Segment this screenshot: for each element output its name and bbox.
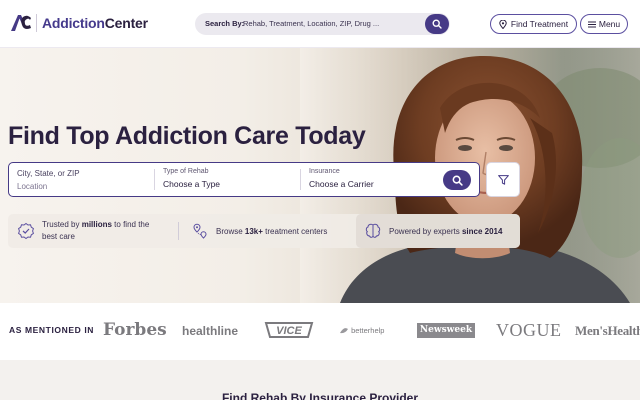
- logo-mark-icon: [11, 15, 31, 31]
- site-logo[interactable]: AddictionCenter: [10, 13, 148, 33]
- brain-icon: [365, 223, 381, 238]
- insurance-section-title: Find Rehab By Insurance Provider: [221, 391, 419, 400]
- hero-title: Find Top Addiction Care Today: [8, 122, 366, 150]
- hero-search-button[interactable]: [443, 170, 471, 190]
- betterhelp-logo: betterhelp: [339, 326, 384, 335]
- trust-item-experts: Powered by experts since 2014: [364, 214, 520, 248]
- vogue-logo: VOGUE: [496, 320, 562, 340]
- search-prefix-label: Search By:: [205, 19, 245, 28]
- rehab-search-form: City, State, or ZIP Location Type of Reh…: [8, 162, 480, 197]
- betterhelp-leaf-icon: [340, 328, 348, 334]
- logo-divider: [36, 14, 37, 32]
- trust-bar: Trusted by millions to find the best car…: [8, 214, 520, 248]
- trust-item-centers: Browse 13k+ treatment centers: [191, 214, 351, 248]
- healthline-logo: healthline: [182, 324, 239, 338]
- filter-icon: [497, 174, 509, 185]
- mens-health-logo: Men'sHealth: [575, 323, 640, 338]
- newsweek-logo: Newsweek: [417, 323, 475, 338]
- insurance-value[interactable]: Choose a Carrier: [309, 179, 374, 189]
- location-field-label: City, State, or ZIP: [17, 169, 80, 178]
- trust-text-millions: Trusted by millions to find the best car…: [42, 220, 150, 241]
- find-treatment-label: Find Treatment: [510, 19, 569, 29]
- insurance-label: Insurance: [309, 168, 340, 175]
- location-pin-icon: [499, 19, 507, 29]
- vice-logo: VICE: [264, 322, 314, 338]
- rehab-type-label: Type of Rehab: [163, 168, 209, 175]
- site-header: AddictionCenter Search By: Rehab, Treatm…: [0, 0, 640, 48]
- rehab-type-select[interactable]: Type of Rehab Choose a Type: [154, 168, 300, 190]
- insurance-providers-section: Find Rehab By Insurance Provider: [0, 360, 640, 400]
- trust-item-millions: Trusted by millions to find the best car…: [17, 214, 177, 248]
- press-mentions-bar: AS MENTIONED IN Forbes healthline VICE b…: [0, 303, 640, 360]
- press-label: AS MENTIONED IN: [9, 325, 95, 335]
- location-input[interactable]: Location: [17, 182, 47, 191]
- header-search-button[interactable]: [425, 14, 449, 34]
- hamburger-icon: [587, 21, 596, 27]
- search-input[interactable]: Rehab, Treatment, Location, ZIP, Drug ..…: [243, 19, 379, 28]
- rehab-type-value[interactable]: Choose a Type: [163, 179, 220, 189]
- menu-label: Menu: [598, 19, 621, 29]
- forbes-logo: Forbes: [103, 320, 167, 340]
- map-pins-icon: [193, 223, 207, 239]
- search-icon: [452, 175, 463, 186]
- search-icon: [432, 19, 442, 29]
- filter-button[interactable]: [486, 162, 520, 197]
- find-treatment-button[interactable]: Find Treatment: [490, 14, 577, 34]
- location-field[interactable]: City, State, or ZIP Location: [9, 163, 154, 196]
- trust-text-centers: Browse 13k+ treatment centers: [216, 226, 328, 236]
- header-search-bar[interactable]: Search By: Rehab, Treatment, Location, Z…: [195, 13, 450, 35]
- badge-check-icon: [18, 222, 34, 240]
- hero-section: Find Top Addiction Care Today City, Stat…: [0, 48, 640, 303]
- svg-text:VICE: VICE: [276, 325, 302, 337]
- trust-divider: [178, 222, 179, 240]
- logo-text: AddictionCenter: [42, 15, 148, 31]
- trust-text-experts: Powered by experts since 2014: [389, 226, 503, 236]
- menu-button[interactable]: Menu: [580, 14, 628, 34]
